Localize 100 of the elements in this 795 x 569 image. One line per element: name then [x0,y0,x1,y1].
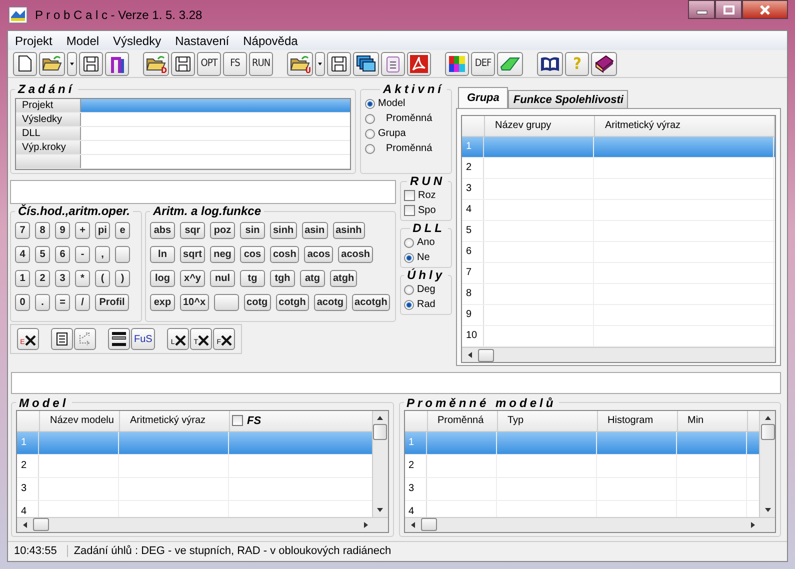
function-button[interactable]: acotg [314,294,347,312]
right-arrow-icon[interactable] [749,520,757,529]
radio-button[interactable] [404,300,414,310]
horizontal-scrollbar[interactable] [17,516,388,532]
key-button[interactable]: 1 [15,270,30,288]
function-button[interactable]: sqrt [180,246,205,264]
scroll-thumb[interactable] [33,518,49,532]
menu-item[interactable]: Nápověda [243,34,298,48]
function-button[interactable]: sin [240,222,265,240]
maximize-button[interactable] [715,0,742,19]
toolbar-button[interactable]: FS [223,52,247,76]
toolbar-button[interactable] [108,328,130,350]
radio-button[interactable] [365,98,375,109]
function-button[interactable]: cosh [270,246,300,264]
table-cell[interactable] [81,99,350,112]
vertical-scrollbar[interactable] [372,410,388,517]
toolbar-button[interactable]: U [287,52,314,76]
right-arrow-icon[interactable] [362,520,370,529]
key-button[interactable]: 4 [15,246,30,264]
toolbar-button[interactable]: OPT [197,52,221,76]
key-button[interactable]: 7 [15,222,30,240]
toolbar-button[interactable] [51,328,73,350]
toolbar-button[interactable] [445,52,470,76]
left-arrow-icon[interactable] [21,520,29,529]
function-button[interactable]: neg [210,246,235,264]
toolbar-button[interactable] [381,52,406,76]
key-button[interactable] [115,246,130,264]
key-button[interactable]: 0 [15,294,30,312]
key-button[interactable]: 9 [55,222,70,240]
minimize-button[interactable] [688,0,715,19]
toolbar-button[interactable] [105,52,129,76]
tab[interactable]: Grupa [458,87,508,108]
radio-button[interactable] [365,114,375,124]
vertical-scrollbar[interactable] [759,410,775,517]
scroll-thumb[interactable] [478,348,494,362]
function-button[interactable]: acos [304,246,334,264]
toolbar-button[interactable]: D [143,52,169,76]
tab[interactable]: Funkce Spolehlivosti [508,90,628,108]
function-button[interactable]: asinh [332,222,365,240]
down-arrow-icon[interactable] [376,506,384,514]
toolbar-button[interactable] [537,52,564,76]
function-button[interactable]: ln [150,246,175,264]
radio-button[interactable] [404,252,414,263]
function-button[interactable]: tg [240,270,265,288]
key-button[interactable]: 8 [35,222,50,240]
menu-item[interactable]: Model [66,34,100,48]
function-button[interactable]: asin [302,222,328,240]
key-button[interactable]: . [35,294,50,312]
key-button[interactable]: / [75,294,90,312]
key-button[interactable]: 5 [35,246,50,264]
down-arrow-icon[interactable] [764,506,772,514]
function-button[interactable]: acotgh [352,294,390,312]
up-arrow-icon[interactable] [376,414,384,422]
function-button[interactable]: nul [210,270,235,288]
message-field[interactable] [11,372,781,394]
expression-field[interactable] [10,180,396,204]
column-header[interactable]: Min [678,410,748,431]
horizontal-scrollbar[interactable] [404,516,775,532]
radio-button[interactable] [365,128,375,139]
column-header[interactable]: Aritmetický výraz [595,116,775,136]
key-button[interactable]: e [115,222,130,240]
function-button[interactable]: atgh [330,270,358,288]
function-button[interactable]: cos [240,246,265,264]
up-arrow-icon[interactable] [764,414,772,422]
function-button[interactable] [214,294,239,312]
function-button[interactable]: log [150,270,175,288]
key-button[interactable]: ( [95,270,110,288]
function-button[interactable]: tgh [270,270,295,288]
key-button[interactable]: + [75,222,90,240]
function-button[interactable]: poz [210,222,235,240]
radio-button[interactable] [365,144,375,154]
menu-item[interactable]: Nastavení [175,34,230,48]
function-button[interactable]: x^y [180,270,205,288]
toolbar-button[interactable] [171,52,195,76]
horizontal-scrollbar[interactable] [462,347,775,362]
key-button[interactable]: , [95,246,110,264]
column-header[interactable]: Histogram [598,410,678,431]
toolbar-button[interactable]: RUN [249,52,274,76]
key-button[interactable]: 2 [35,270,50,288]
close-button[interactable] [742,0,788,19]
column-header[interactable]: Aritmetický výraz [120,410,230,431]
scroll-thumb[interactable] [760,424,774,440]
menu-item[interactable]: Výsledky [113,34,162,48]
menu-item[interactable]: Projekt [15,34,52,48]
key-button[interactable]: Profil [95,294,129,312]
toolbar-button[interactable]: FuS [131,328,156,350]
key-button[interactable]: 6 [55,246,70,264]
key-button[interactable]: 3 [55,270,70,288]
checkbox[interactable] [404,190,415,202]
function-button[interactable]: acosh [338,246,374,264]
function-button[interactable]: sinh [270,222,297,240]
toolbar-button[interactable] [327,52,352,76]
key-button[interactable]: ) [115,270,130,288]
function-button[interactable]: cotg [244,294,271,312]
radio-button[interactable] [404,284,414,295]
toolbar-button[interactable] [67,52,77,76]
toolbar-button[interactable] [591,52,618,76]
checkbox[interactable] [232,415,243,426]
key-button[interactable]: = [55,294,70,312]
toolbar-button[interactable] [39,52,65,76]
